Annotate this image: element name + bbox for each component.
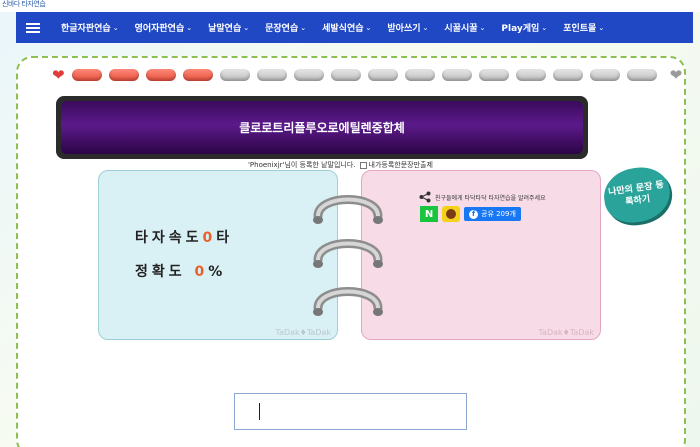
progress-pill (71, 69, 102, 81)
stats-card: 타자속도0타 정확도 0% TaDak♦TaDak (98, 170, 338, 340)
nav-label: 포인트몰 (563, 24, 597, 34)
chevron-down-icon: ⌄ (186, 23, 193, 32)
accuracy-unit: % (208, 264, 227, 280)
progress-pill (293, 69, 324, 81)
nav-item-poem[interactable]: 시꿀시꿀 ⌄ (439, 21, 490, 35)
word-display: 클로로트리플루오로에틸렌중합체 (56, 96, 588, 159)
watermark-left: TaDak♦TaDak (275, 328, 332, 337)
progress-pill (108, 69, 139, 81)
share-row: 친구들에게 타닥타닥 타자연습을 알려주세요 (419, 191, 546, 203)
binder-ring-icon (313, 239, 383, 268)
nav-item-sentence[interactable]: 문장연습 ⌄ (260, 21, 311, 35)
progress-pill (552, 69, 583, 81)
chevron-down-icon: ⌄ (112, 23, 119, 32)
share-icon[interactable] (419, 191, 431, 203)
target-word: 클로로트리플루오로에틸렌중합체 (61, 101, 583, 154)
site-logo-text[interactable]: 신바다 타자연습 (2, 0, 46, 9)
speed-stat: 타자속도0타 (135, 227, 233, 247)
progress-pill (219, 69, 250, 81)
nav-label: 세발식연습 (322, 24, 364, 34)
progress-pill (367, 69, 398, 81)
menu-icon[interactable] (16, 12, 50, 43)
binder-ring-icon (313, 195, 383, 224)
nav-label: 영어자판연습 (134, 24, 185, 34)
nav-label: 낱말연습 (208, 24, 242, 34)
progress-pill (404, 69, 435, 81)
nav-item-english[interactable]: 영어자판연습 ⌄ (130, 21, 198, 35)
chevron-down-icon: ⌄ (365, 23, 372, 32)
my-sentences-checkbox[interactable] (359, 161, 367, 169)
kakao-icon (446, 209, 456, 219)
heart-icon: ❤ (52, 66, 65, 84)
chevron-down-icon: ⌄ (541, 23, 548, 32)
nav-item-hangul[interactable]: 한글자판연습 ⌄ (56, 21, 124, 35)
speed-unit: 타 (216, 230, 234, 246)
nav-item-dictation[interactable]: 받아쓰기 ⌄ (382, 21, 433, 35)
top-strip: 신바다 타자연습 (0, 0, 700, 12)
progress-pill (182, 69, 213, 81)
share-text: 친구들에게 타닥타닥 타자연습을 알려주세요 (435, 194, 546, 202)
chevron-down-icon: ⌄ (300, 23, 307, 32)
heart-outline-icon: ❤ (669, 66, 683, 84)
nav-item-game[interactable]: Play게임 ⌄ (496, 21, 552, 35)
owner-text: 'Phoenixjr'님이 등록한 낱말입니다. (248, 161, 356, 169)
nav-label: 한글자판연습 (61, 24, 111, 34)
speed-value: 0 (202, 230, 217, 246)
chevron-down-icon: ⌄ (479, 23, 486, 32)
binder-rings (306, 186, 390, 326)
owner-line: 'Phoenixjr'님이 등록한 낱말입니다. 내가등록한문장만출제 (248, 160, 433, 170)
nav-item-sebeolsik[interactable]: 세발식연습 ⌄ (317, 21, 376, 35)
nav-item-pointmall[interactable]: 포인트몰 ⌄ (558, 21, 609, 35)
nav-item-word[interactable]: 낱말연습 ⌄ (203, 21, 254, 35)
speed-label: 타자속도 (135, 230, 203, 246)
progress-pill (626, 69, 657, 81)
chevron-down-icon: ⌄ (422, 23, 429, 32)
progress-pill (478, 69, 509, 81)
chevron-down-icon: ⌄ (243, 23, 250, 32)
text-caret (259, 403, 260, 420)
progress-pill (145, 69, 176, 81)
facebook-share-label: 공유 209개 (481, 210, 516, 218)
facebook-share-button[interactable]: f 공유 209개 (464, 207, 521, 221)
register-label: 나만의 문장 등록하기 (607, 180, 665, 208)
my-sentences-label: 내가등록한문장만출제 (368, 161, 433, 169)
progress-pill (515, 69, 546, 81)
watermark-right: TaDak♦TaDak (538, 328, 595, 337)
nav-label: 문장연습 (265, 24, 299, 34)
main-navbar: 한글자판연습 ⌄ 영어자판연습 ⌄ 낱말연습 ⌄ 문장연습 ⌄ 세발식연습 ⌄ 받아쓰기 ⌄… (16, 12, 693, 43)
accuracy-label: 정확도 (135, 264, 186, 280)
progress-pill (330, 69, 361, 81)
nav-label: 시꿀시꿀 (444, 24, 478, 34)
progress-pill (589, 69, 620, 81)
chevron-down-icon: ⌄ (598, 23, 605, 32)
facebook-icon: f (469, 209, 478, 219)
accuracy-stat: 정확도 0% (135, 261, 226, 281)
binder-ring-icon (313, 287, 383, 316)
progress-pill (256, 69, 287, 81)
naver-share-button[interactable]: N (420, 206, 438, 222)
kakao-share-button[interactable] (442, 206, 460, 222)
progress-pills (71, 69, 664, 81)
nav-label: Play게임 (501, 24, 540, 34)
progress-pill (441, 69, 472, 81)
typing-input[interactable] (234, 393, 467, 430)
accuracy-value: 0 (194, 264, 209, 280)
share-buttons: N f 공유 209개 (420, 206, 521, 222)
nav-label: 받아쓰기 (387, 24, 421, 34)
progress-bar: ❤ ❤ (52, 66, 683, 84)
